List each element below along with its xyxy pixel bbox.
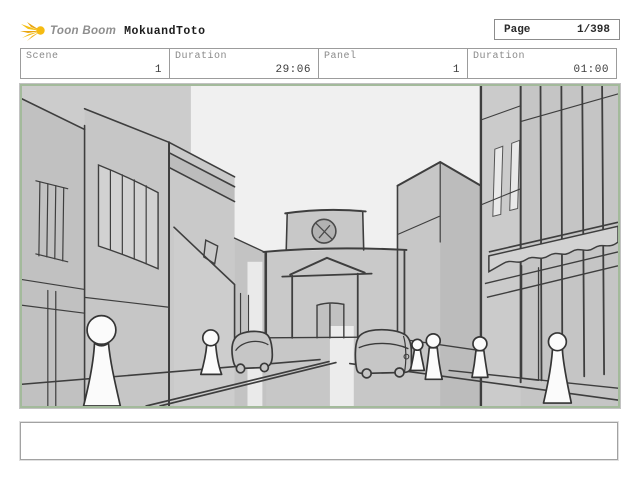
- page-number-box: Page 1/398: [494, 19, 620, 40]
- brand-text: Toon Boom: [50, 25, 117, 37]
- scene-duration-value: 29:06: [275, 64, 311, 76]
- page-header: Toon Boom MokuandToto Page 1/398: [20, 18, 620, 44]
- panel-cell: Panel 1: [318, 48, 468, 79]
- page-label: Page: [504, 23, 531, 36]
- panel-duration-value: 01:00: [573, 64, 609, 76]
- page-title: MokuandToto: [124, 24, 206, 38]
- panel-duration-cell: Duration 01:00: [467, 48, 617, 79]
- info-row: Scene 1 Duration 29:06 Panel 1 Duration …: [20, 48, 620, 79]
- panel-duration-label: Duration: [473, 51, 526, 62]
- storyboard-panel-frame: [19, 83, 621, 409]
- panel-value: 1: [452, 64, 460, 76]
- panel-label: Panel: [324, 51, 357, 62]
- storyboard-page: Toon Boom MokuandToto Page 1/398 Scene 1…: [19, 18, 621, 460]
- scene-duration-label: Duration: [175, 51, 228, 62]
- scene-value: 1: [154, 64, 162, 76]
- caption-box: [20, 422, 618, 460]
- toonboom-starburst-icon: [20, 21, 45, 41]
- storyboard-panel-drawing: [22, 86, 618, 406]
- scene-duration-cell: Duration 29:06: [169, 48, 319, 79]
- scene-label: Scene: [26, 51, 59, 62]
- page-value: 1/398: [576, 23, 610, 36]
- scene-cell: Scene 1: [20, 48, 170, 79]
